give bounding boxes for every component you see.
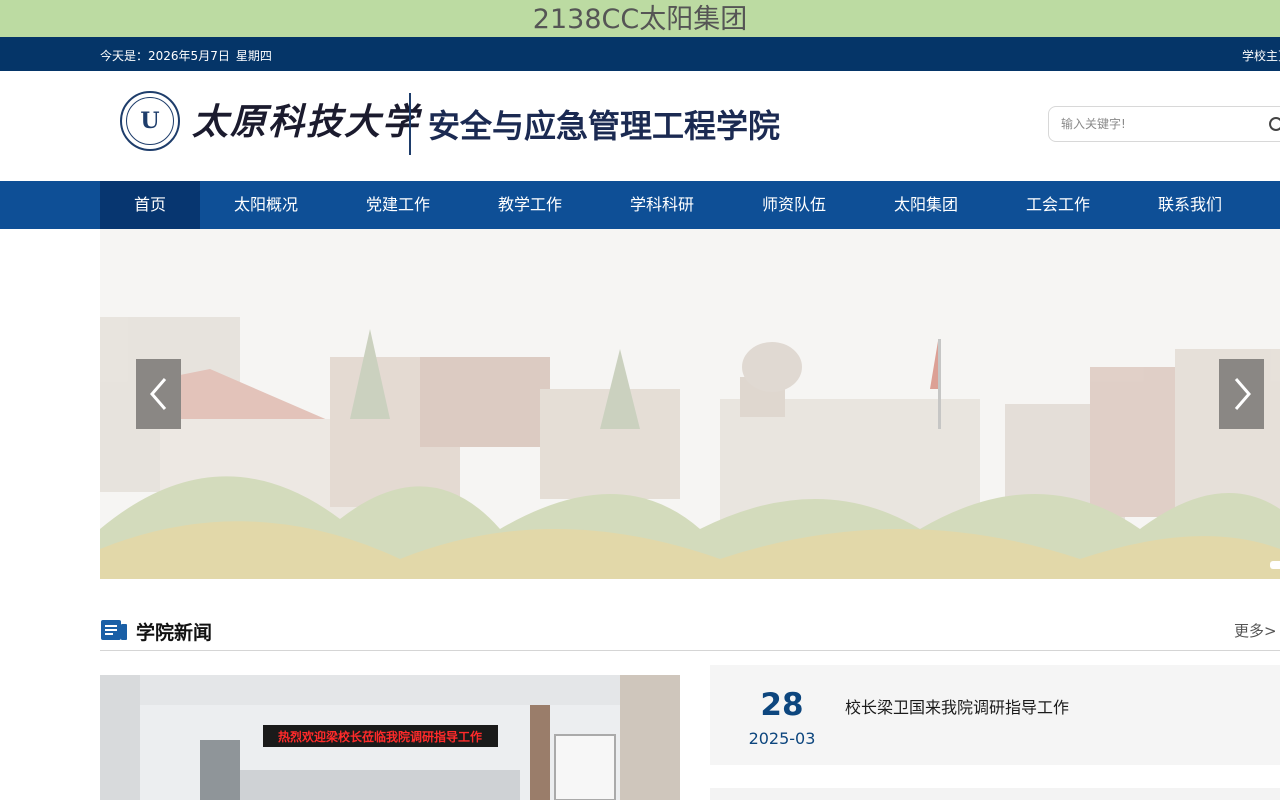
nav-item-union[interactable]: 工会工作 [992,181,1124,229]
carousel-prev-button[interactable] [136,359,181,429]
meeting-room-photo: 热烈欢迎梁校长莅临我院调研指导工作 [100,675,680,800]
search-icon[interactable] [1268,116,1280,134]
nav-item-group[interactable]: 太阳集团 [860,181,992,229]
site-header: U 太原科技大学 安全与应急管理工程学院 [0,71,1280,181]
news-icon [101,620,127,640]
news-more-link[interactable]: 更多> [1234,620,1277,641]
news-section-header: 学院新闻 更多> [100,615,1280,651]
nav-item-research[interactable]: 学科科研 [596,181,728,229]
campus-photo [100,229,1280,579]
college-name: 安全与应急管理工程学院 [428,107,781,145]
search-box [1048,106,1280,142]
nav-item-contact[interactable]: 联系我们 [1124,181,1256,229]
nav-item-faculty[interactable]: 师资队伍 [728,181,860,229]
nav-item-overview[interactable]: 太阳概况 [200,181,332,229]
news-section-title: 学院新闻 [136,622,213,644]
logo-divider [409,93,411,155]
university-emblem-logo[interactable]: U [120,91,180,151]
nav-item-teaching[interactable]: 教学工作 [464,181,596,229]
date-label: 今天是： [100,49,149,63]
top-banner: 2138CC太阳集团 [0,0,1280,37]
carousel-next-button[interactable] [1219,359,1264,429]
banner-text: 热烈欢迎梁校长莅临我院调研指导工作 [278,729,482,744]
main-nav: 首页 太阳概况 党建工作 教学工作 学科科研 师资队伍 太阳集团 工会工作 联系… [0,181,1280,229]
news-list-item-next[interactable] [710,788,1280,800]
date-value: 2026年5月7日 [148,49,230,63]
news-day: 28 [760,687,804,723]
school-home-link[interactable]: 学校主页 [1242,47,1280,64]
emblem-letter: U [126,97,174,145]
news-month: 2025-03 [748,729,816,748]
nav-item-party-building[interactable]: 党建工作 [332,181,464,229]
hero-carousel [100,229,1280,579]
nav-item-home[interactable]: 首页 [100,181,200,229]
info-bar: 今天是：2026年5月7日星期四 学校主页 [0,37,1280,71]
current-date: 今天是：2026年5月7日 星期四 [100,47,278,64]
weekday: 星期四 [235,49,272,63]
news-list-item[interactable]: 28 2025-03 校长梁卫国来我院调研指导工作 [710,665,1280,765]
chevron-right-icon [1234,378,1251,410]
chevron-left-icon [149,378,166,410]
university-name: 太原科技大学 [192,101,421,143]
search-input[interactable] [1059,116,1253,132]
carousel-indicator[interactable] [1270,561,1280,569]
news-headline[interactable]: 校长梁卫国来我院调研指导工作 [845,694,1069,718]
news-feature-photo[interactable]: 热烈欢迎梁校长莅临我院调研指导工作 [100,675,680,800]
